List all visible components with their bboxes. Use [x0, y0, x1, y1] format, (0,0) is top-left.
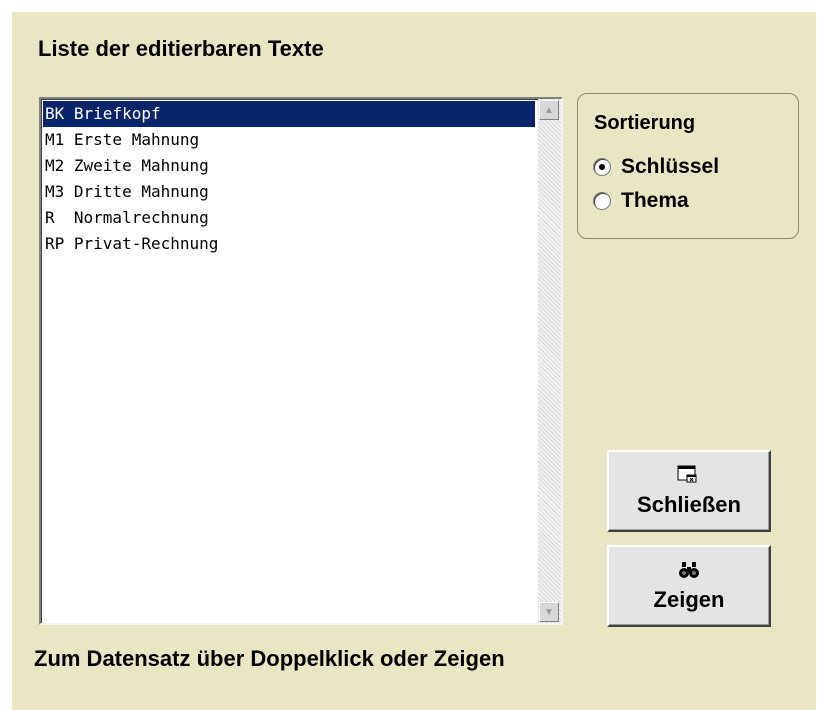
- show-button[interactable]: Zeigen: [607, 545, 771, 627]
- radio-button-unchecked[interactable]: [593, 192, 611, 210]
- arrow-up-icon: ▲: [544, 104, 554, 116]
- radio-thema[interactable]: Thema: [593, 189, 689, 213]
- list-item[interactable]: M1 Erste Mahnung: [43, 127, 535, 153]
- list-item[interactable]: M2 Zweite Mahnung: [43, 153, 535, 179]
- arrow-down-icon: ▼: [544, 606, 554, 618]
- radio-label-thema: Thema: [621, 189, 689, 212]
- sort-group-title: Sortierung: [594, 112, 696, 134]
- list-item[interactable]: RP Privat-Rechnung: [43, 231, 535, 257]
- list-item[interactable]: R Normalrechnung: [43, 205, 535, 231]
- binoculars-icon: [678, 559, 700, 583]
- list-item[interactable]: M3 Dritte Mahnung: [43, 179, 535, 205]
- scroll-up-button[interactable]: ▲: [539, 100, 559, 120]
- show-button-label: Zeigen: [653, 587, 725, 612]
- vertical-scrollbar[interactable]: ▲ ▼: [538, 99, 561, 623]
- window-close-icon: [677, 464, 701, 488]
- radio-button-checked[interactable]: [593, 158, 611, 176]
- radio-label-schluessel: Schlüssel: [621, 155, 720, 178]
- list-item[interactable]: BK Briefkopf: [43, 101, 535, 127]
- sort-group: Sortierung Schlüssel Thema: [577, 93, 799, 239]
- form-panel: Liste der editierbaren Texte BK Briefkop…: [12, 12, 816, 710]
- close-button[interactable]: Schließen: [607, 450, 771, 532]
- scroll-down-button[interactable]: ▼: [539, 602, 559, 622]
- close-button-label: Schließen: [637, 492, 741, 517]
- footer-hint: Zum Datensatz über Doppelklick oder Zeig…: [34, 646, 505, 671]
- list-items: BK Briefkopf M1 Erste Mahnung M2 Zweite …: [43, 101, 535, 257]
- text-listbox[interactable]: BK Briefkopf M1 Erste Mahnung M2 Zweite …: [39, 97, 563, 625]
- form-title: Liste der editierbaren Texte: [38, 36, 324, 61]
- radio-schluessel[interactable]: Schlüssel: [593, 155, 719, 179]
